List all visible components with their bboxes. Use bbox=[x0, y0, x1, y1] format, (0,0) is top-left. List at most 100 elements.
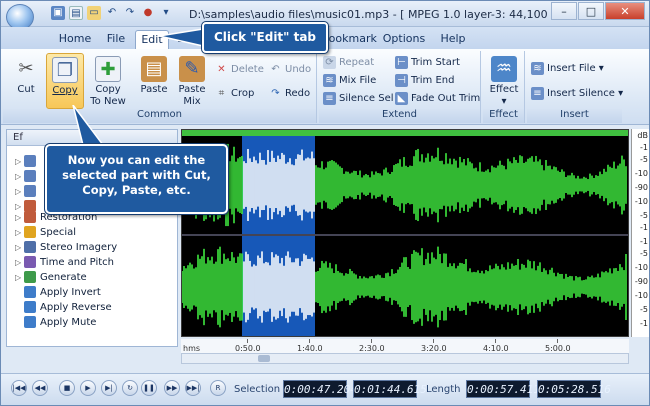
tab-home[interactable]: Home bbox=[53, 30, 97, 49]
expand-icon[interactable]: ▷ bbox=[15, 255, 24, 270]
scrollbar-thumb[interactable] bbox=[258, 355, 270, 362]
tree-item-collapsed-3[interactable]: ▷ bbox=[15, 184, 40, 199]
pause-icon[interactable]: ❚❚ bbox=[141, 380, 157, 396]
save-icon[interactable]: ▣ bbox=[51, 6, 65, 20]
insert-file-button[interactable]: ≋ Insert File ▾ bbox=[531, 60, 604, 77]
go-to-start-icon[interactable]: |◀◀ bbox=[11, 380, 27, 396]
fast-forward-icon[interactable]: ▶▶ bbox=[164, 380, 180, 396]
tree-item-generate[interactable]: ▷ Generate bbox=[15, 270, 87, 285]
callout-pointer-copy bbox=[72, 105, 105, 146]
waveform-view[interactable] bbox=[181, 129, 629, 337]
trim-end-button[interactable]: ⊣ Trim End bbox=[395, 72, 454, 89]
total-length-field[interactable]: 0:05:28.516 bbox=[537, 380, 611, 398]
stop-icon[interactable]: ■ bbox=[59, 380, 75, 396]
db-tick-label: -1 bbox=[640, 237, 648, 246]
redo-icon[interactable]: ↷ bbox=[123, 6, 137, 20]
expand-icon[interactable]: ▷ bbox=[15, 225, 24, 240]
repeat-icon: ⟳ bbox=[323, 55, 336, 69]
expand-icon[interactable]: ▷ bbox=[15, 270, 24, 285]
undo-arrow-icon: ↶ bbox=[271, 63, 280, 75]
rewind-icon[interactable]: ◀◀ bbox=[32, 380, 48, 396]
silence-sel-button[interactable]: ≡ Silence Sel bbox=[323, 90, 394, 107]
time-tick-label: 0:50.0 bbox=[235, 344, 261, 353]
tree-item-apply-mute[interactable]: Apply Mute bbox=[15, 315, 96, 330]
go-to-end-icon[interactable]: ▶▶| bbox=[185, 380, 201, 396]
play-selection-icon[interactable]: ▶| bbox=[101, 380, 117, 396]
tree-item-collapsed-2[interactable]: ▷ bbox=[15, 169, 40, 184]
minimize-button[interactable]: – bbox=[551, 2, 577, 20]
expand-icon[interactable]: ▷ bbox=[15, 210, 24, 225]
crop-button[interactable]: ⌗ Crop bbox=[215, 85, 255, 102]
cut-button[interactable]: ✂ Cut bbox=[7, 53, 45, 109]
new-icon[interactable]: ▤ bbox=[69, 6, 83, 20]
loop-icon[interactable]: ↻ bbox=[122, 380, 138, 396]
trim-start-icon: ⊢ bbox=[395, 55, 408, 69]
tab-file[interactable]: File bbox=[99, 30, 133, 49]
effect-dropdown-icon: ▾ bbox=[501, 96, 507, 107]
group-insert: ≋ Insert File ▾ ≡ Insert Silence ▾ Insert bbox=[527, 51, 623, 123]
undo-button[interactable]: ↶ Undo bbox=[269, 61, 311, 78]
tab-help[interactable]: Help bbox=[433, 30, 473, 49]
expand-icon[interactable]: ▷ bbox=[15, 240, 24, 255]
selection-start-field[interactable]: 0:00:47.204 bbox=[283, 380, 357, 398]
copy-to-new-button[interactable]: ✚ Copy To New bbox=[87, 53, 129, 109]
paste-button[interactable]: ▤ Paste bbox=[135, 53, 173, 109]
paste-mix-icon: ✎ bbox=[179, 56, 205, 82]
qat-dropdown-icon[interactable]: ▾ bbox=[159, 6, 173, 20]
play-icon[interactable]: ▶ bbox=[80, 380, 96, 396]
tree-item-collapsed-1[interactable]: ▷ bbox=[15, 154, 40, 169]
maximize-button[interactable]: □ bbox=[578, 2, 604, 20]
effect-button[interactable]: ♒ Effect ▾ bbox=[485, 53, 523, 109]
repeat-button[interactable]: ⟳ Repeat bbox=[323, 54, 374, 71]
expand-icon[interactable]: ▷ bbox=[15, 169, 24, 184]
expand-icon[interactable]: ▷ bbox=[15, 154, 24, 169]
tree-item-stereo-imagery[interactable]: ▷ Stereo Imagery bbox=[15, 240, 117, 255]
callout-edit-hint: Now you can edit the selected part with … bbox=[45, 144, 228, 214]
trim-start-button[interactable]: ⊢ Trim Start bbox=[395, 54, 460, 71]
db-tick-label: -5 bbox=[640, 249, 648, 258]
undo-icon[interactable]: ↶ bbox=[105, 6, 119, 20]
redo-arrow-icon: ↷ bbox=[271, 87, 280, 99]
copy-button[interactable]: ❐ Copy bbox=[46, 53, 84, 109]
group-extend: ⟳ Repeat ≋ Mix File ≡ Silence Sel ⊢ Trim Sta… bbox=[319, 51, 481, 123]
horizontal-scrollbar[interactable] bbox=[181, 353, 629, 364]
selection-end-field[interactable]: 0:01:44.615 bbox=[353, 380, 427, 398]
tree-item-special[interactable]: ▷ Special bbox=[15, 225, 76, 240]
length-label: Length bbox=[426, 384, 461, 395]
db-tick-label: -1 bbox=[640, 223, 648, 232]
time-tick-label: 3:20.0 bbox=[421, 344, 447, 353]
redo-button[interactable]: ↷ Redo bbox=[269, 85, 310, 102]
group-label-effect: Effect bbox=[483, 109, 524, 123]
delete-button[interactable]: ✕ Delete bbox=[215, 61, 264, 78]
effect-category-icon bbox=[24, 185, 36, 197]
time-tick-label: hms bbox=[183, 344, 201, 353]
close-button[interactable]: ✕ bbox=[605, 2, 645, 20]
record-icon[interactable]: ● bbox=[141, 6, 155, 20]
tab-bookmark[interactable]: Bookmark bbox=[321, 30, 377, 49]
stereo-imagery-icon bbox=[24, 241, 36, 253]
restoration-icon bbox=[24, 211, 36, 223]
tree-item-apply-reverse[interactable]: Apply Reverse bbox=[15, 300, 112, 315]
open-icon[interactable]: ▭ bbox=[87, 6, 101, 20]
trim-end-icon: ⊣ bbox=[395, 73, 408, 87]
copy-icon: ❐ bbox=[52, 57, 78, 83]
tab-options[interactable]: Options bbox=[381, 30, 427, 49]
length-field[interactable]: 0:00:57.411 bbox=[466, 380, 540, 398]
expand-icon[interactable]: ▷ bbox=[15, 184, 24, 199]
fade-out-trim-button[interactable]: ◣ Fade Out Trim bbox=[395, 90, 480, 107]
channel-divider bbox=[182, 234, 628, 236]
time-tick bbox=[371, 339, 372, 343]
waveform-channels bbox=[182, 143, 627, 328]
mix-file-button[interactable]: ≋ Mix File bbox=[323, 72, 376, 89]
paste-mix-button[interactable]: ✎ Paste Mix bbox=[173, 53, 211, 109]
tree-item-apply-invert[interactable]: Apply Invert bbox=[15, 285, 101, 300]
generate-icon bbox=[24, 271, 36, 283]
group-label-insert: Insert bbox=[527, 109, 622, 123]
tree-item-time-and-pitch[interactable]: ▷ Time and Pitch bbox=[15, 255, 114, 270]
group-label-common: Common bbox=[3, 109, 316, 123]
time-tick bbox=[433, 339, 434, 343]
db-tick-label: -5 bbox=[640, 211, 648, 220]
record-button-icon[interactable]: R bbox=[210, 380, 226, 396]
time-tick-label: 2:30.0 bbox=[359, 344, 385, 353]
insert-silence-button[interactable]: ≡ Insert Silence ▾ bbox=[531, 85, 623, 102]
